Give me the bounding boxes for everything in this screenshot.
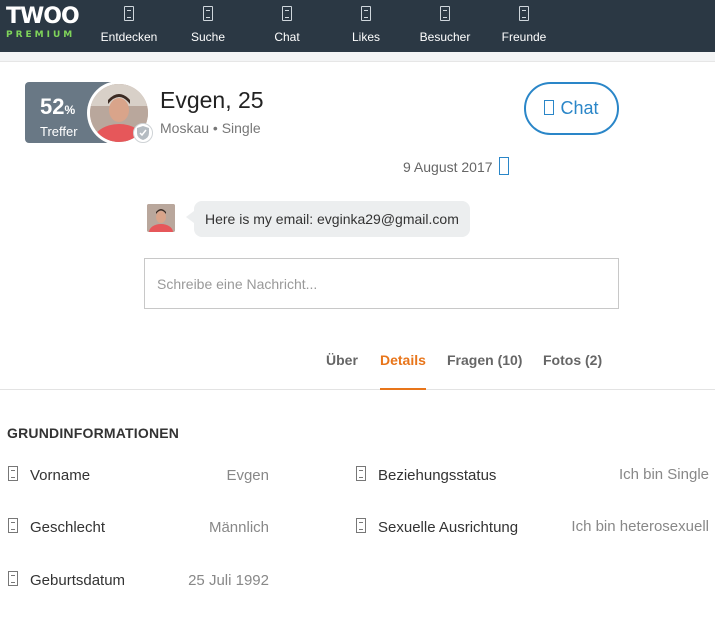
nav-label: Besucher: [419, 30, 471, 44]
nav-item-chat[interactable]: Chat: [255, 4, 319, 48]
nav-label: Chat: [274, 30, 300, 44]
friends-icon: [519, 6, 529, 21]
profile-location-status: Moskau • Single: [160, 120, 261, 136]
tab-details[interactable]: Details: [380, 352, 426, 390]
detail-label: Geschlecht: [30, 519, 106, 536]
premium-label: PREMIUM: [6, 30, 76, 40]
birthday-icon: [8, 571, 18, 586]
profile-tabs: Über Details Fragen (10) Fotos (2): [0, 340, 715, 390]
verified-badge-icon: [133, 123, 153, 143]
nav-item-likes[interactable]: Likes: [334, 4, 398, 48]
nav-item-entdecken[interactable]: Entdecken: [97, 4, 161, 48]
detail-value: Männlich: [208, 519, 269, 536]
match-number: 52: [40, 94, 65, 119]
chat-icon: [282, 6, 292, 21]
nav-label: Entdecken: [100, 30, 158, 44]
tab-fotos[interactable]: Fotos (2): [543, 352, 602, 390]
profile-name-age: Evgen, 25: [160, 87, 264, 113]
detail-value: Ich bin Single: [618, 466, 709, 483]
match-label: Treffer: [40, 124, 78, 139]
message-sender-avatar[interactable]: [147, 204, 175, 232]
detail-label: Vorname: [30, 467, 91, 484]
header-divider: [0, 52, 715, 62]
match-value: 52%: [40, 94, 75, 120]
discover-icon: [124, 6, 134, 21]
nav-item-freunde[interactable]: Freunde: [492, 4, 556, 48]
message-status-icon: [498, 157, 509, 175]
orientation-icon: [356, 518, 366, 533]
nav-item-besucher[interactable]: Besucher: [413, 4, 477, 48]
nav-label: Freunde: [501, 30, 547, 44]
nav-label: Likes: [351, 30, 380, 44]
search-icon: [203, 6, 213, 21]
match-unit: %: [64, 103, 76, 117]
first-name-icon: [8, 466, 18, 481]
message-date-text: 9 August 2017: [403, 159, 493, 175]
tab-ueber[interactable]: Über: [326, 352, 358, 390]
message-bubble: Here is my email: evginka29@gmail.com: [186, 201, 470, 237]
detail-label: Sexuelle Ausrichtung: [378, 519, 519, 536]
gender-icon: [8, 518, 18, 533]
chat-bubble-icon: [544, 100, 555, 115]
nav-label: Suche: [190, 30, 226, 44]
heart-icon: [361, 6, 371, 21]
detail-value: Evgen: [226, 467, 269, 484]
detail-label: Beziehungsstatus: [378, 467, 497, 484]
message-input[interactable]: [144, 258, 619, 309]
tab-fragen[interactable]: Fragen (10): [447, 352, 522, 390]
logo-wordmark: TWOO: [6, 4, 80, 29]
nav-item-suche[interactable]: Suche: [176, 4, 240, 48]
chat-button[interactable]: Chat: [524, 82, 619, 135]
twoo-logo[interactable]: TWOO PREMIUM: [6, 6, 82, 42]
top-navigation-bar: TWOO PREMIUM Entdecken Suche Chat Likes …: [0, 0, 715, 52]
message-date: 9 August 2017: [403, 157, 509, 175]
detail-label: Geburtsdatum: [30, 572, 126, 589]
detail-value: Ich bin heterosexuell: [571, 518, 709, 535]
chat-button-label: Chat: [560, 98, 599, 118]
section-title: GRUNDINFORMATIONEN: [7, 425, 180, 441]
relationship-icon: [356, 466, 366, 481]
detail-value: 25 Juli 1992: [188, 572, 269, 589]
visitors-icon: [440, 6, 450, 21]
